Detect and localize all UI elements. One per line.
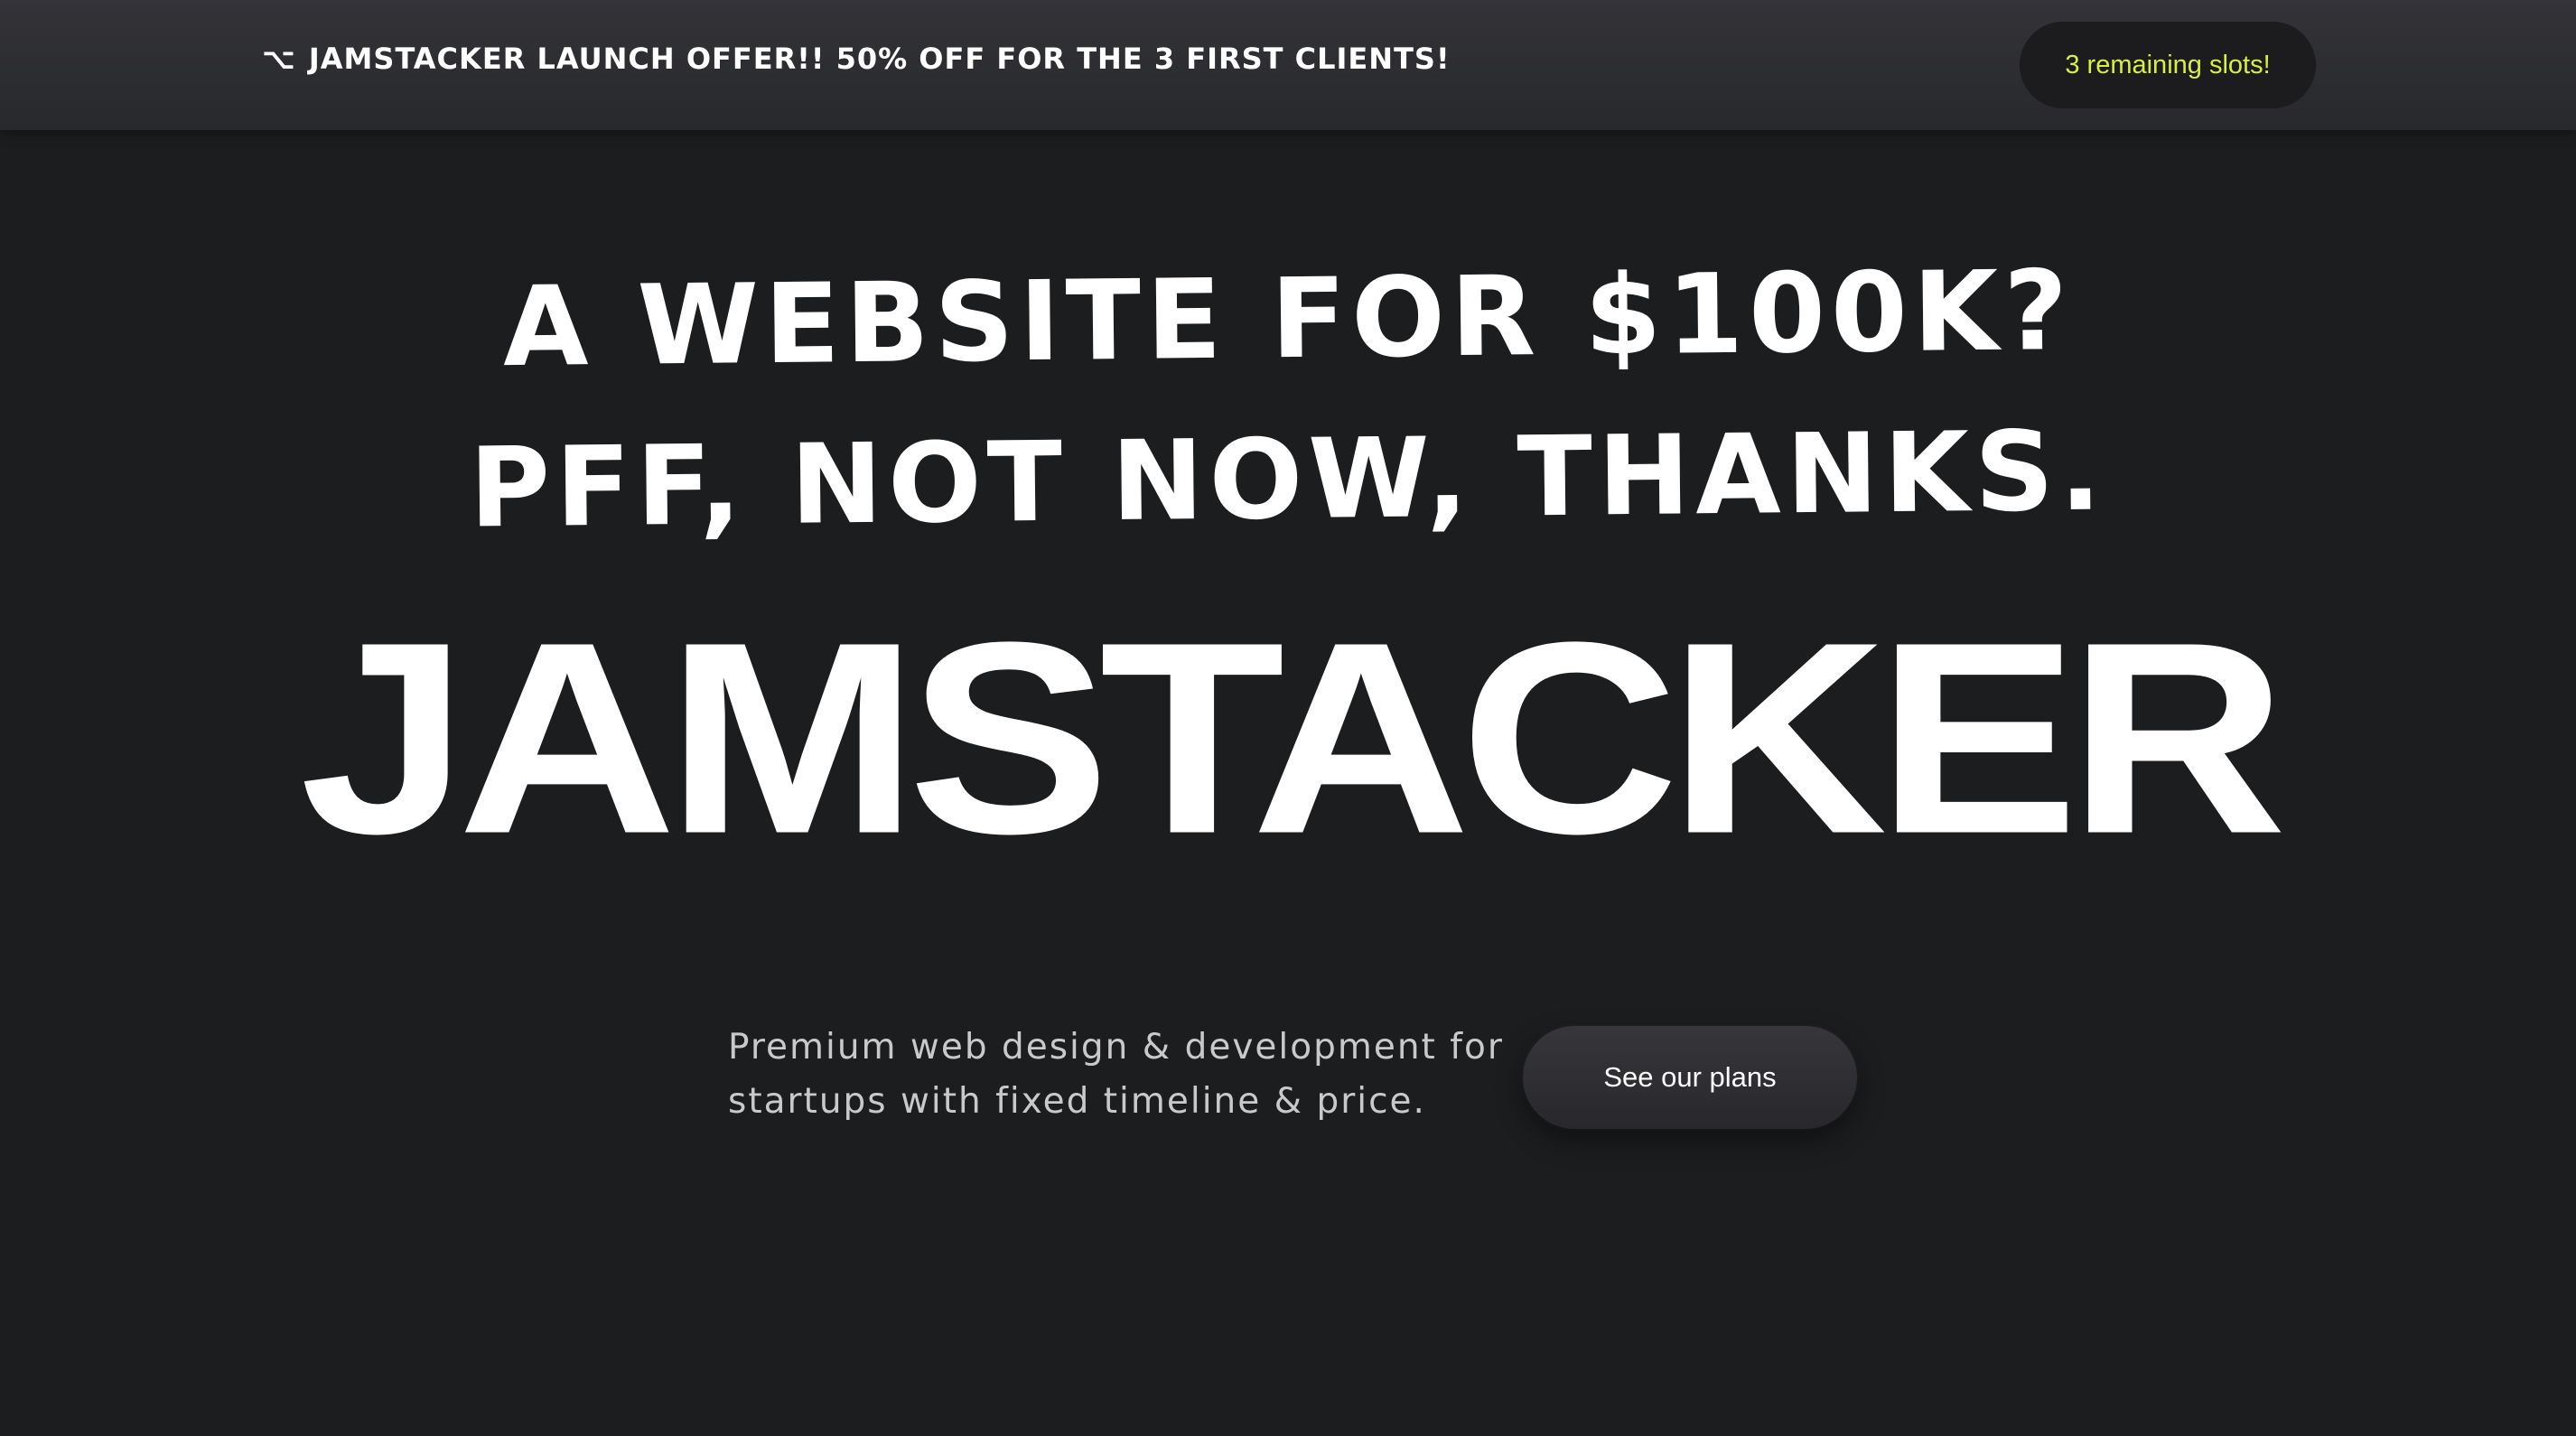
landing-page: ⌥ JAMSTACKER LAUNCH OFFER!! 50% OFF FOR T… <box>0 0 2576 1436</box>
headline-line-1: A WEBSITE FOR $100K? <box>502 246 2074 392</box>
brand-wordmark: JAMSTACKER <box>299 585 2288 891</box>
remaining-slots-badge[interactable]: 3 remaining slots! <box>2020 22 2316 108</box>
tagline-line-1: Premium web design & development for <box>728 1027 1504 1068</box>
headline-line-2: PFF, NOT NOW, THANKS. <box>468 406 2108 553</box>
launch-offer-text: ⌥ JAMSTACKER LAUNCH OFFER!! 50% OFF FOR T… <box>262 42 1451 76</box>
see-plans-button[interactable]: See our plans <box>1523 1026 1857 1129</box>
announcement-bar: ⌥ JAMSTACKER LAUNCH OFFER!! 50% OFF FOR T… <box>0 0 2576 130</box>
launch-offer-label: JAMSTACKER LAUNCH OFFER!! 50% OFF FOR TH… <box>308 42 1451 76</box>
option-key-icon: ⌥ <box>262 42 296 76</box>
tagline: Premium web design & development for sta… <box>728 1021 1504 1129</box>
tagline-line-2: startups with fixed timeline & price. <box>728 1081 1426 1122</box>
